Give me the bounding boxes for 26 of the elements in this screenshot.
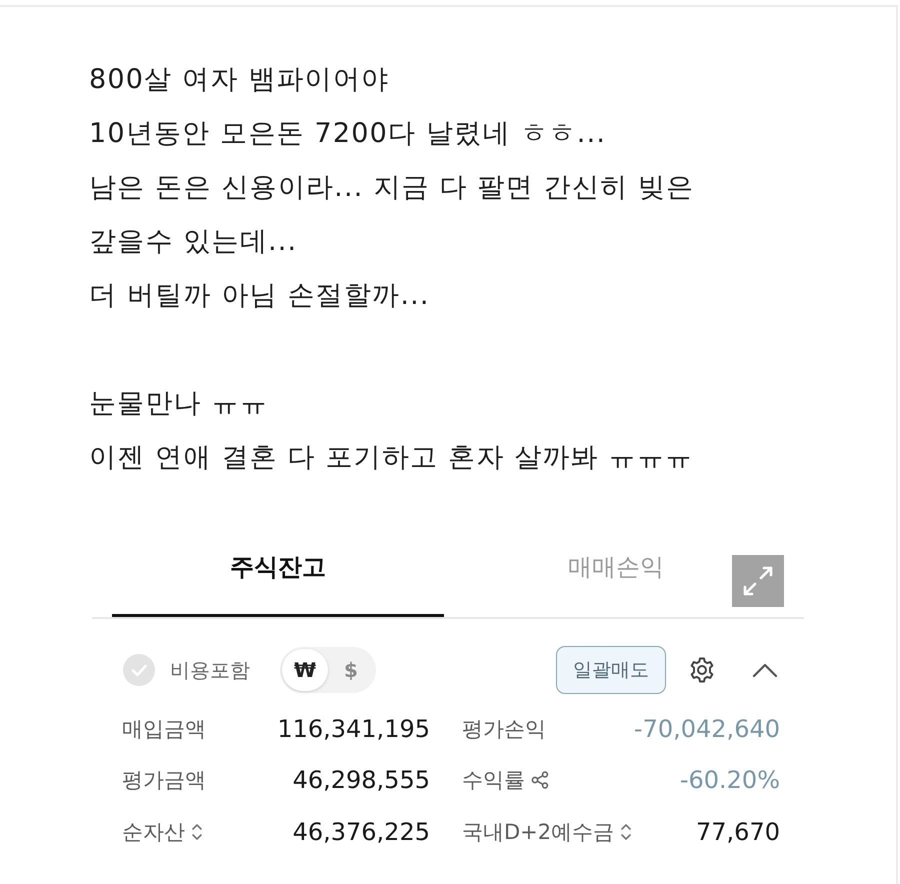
post-paragraph: 눈물만나 ㅠㅠ 이젠 연애 결혼 다 포기하고 혼자 살까봐 ㅠㅠㅠ [89, 387, 694, 475]
checkbox-label: 비용포함 [170, 656, 250, 684]
summary-label: 매입금액 [122, 716, 206, 743]
summary-value: 46,376,225 [292, 818, 430, 846]
summary-value: -70,042,640 [634, 714, 780, 743]
summary-value: -60.20% [678, 766, 780, 794]
sort-icon[interactable] [191, 822, 203, 842]
share-icon[interactable] [531, 771, 549, 790]
expand-icon[interactable] [732, 555, 784, 607]
sort-icon[interactable] [620, 822, 632, 842]
summary-value: 116,341,195 [276, 714, 430, 743]
tab[interactable]: 주식잔고 [112, 530, 444, 617]
currency-option[interactable]: ₩ [282, 649, 328, 691]
chevron-icon[interactable] [752, 662, 778, 678]
checkbox[interactable] [123, 654, 155, 686]
settings-icon[interactable] [688, 656, 716, 684]
currency-toggle[interactable]: ₩ $ [280, 647, 376, 693]
summary-value: 46,298,555 [292, 766, 430, 794]
summary-label: 순자산 [122, 818, 185, 846]
summary-label: 평가손익 [462, 716, 546, 743]
summary-label: 평가금액 [122, 767, 206, 794]
summary-value: 77,670 [695, 818, 780, 846]
summary-label: 수익률 [462, 767, 525, 794]
summary-label: 국내D+2예수금 [462, 818, 614, 846]
bulk-sell-button[interactable]: 일괄매도 [556, 646, 666, 694]
post-paragraph: 800살 여자 뱀파이어야 10년동안 모은돈 7200다 날렸네 ㅎㅎ... 남은 돈은 신용이라... 지금 다 팔면 간신히 빚은 갚을수 있는데... 더 버틸까 아님 손절할까... [89, 63, 694, 313]
